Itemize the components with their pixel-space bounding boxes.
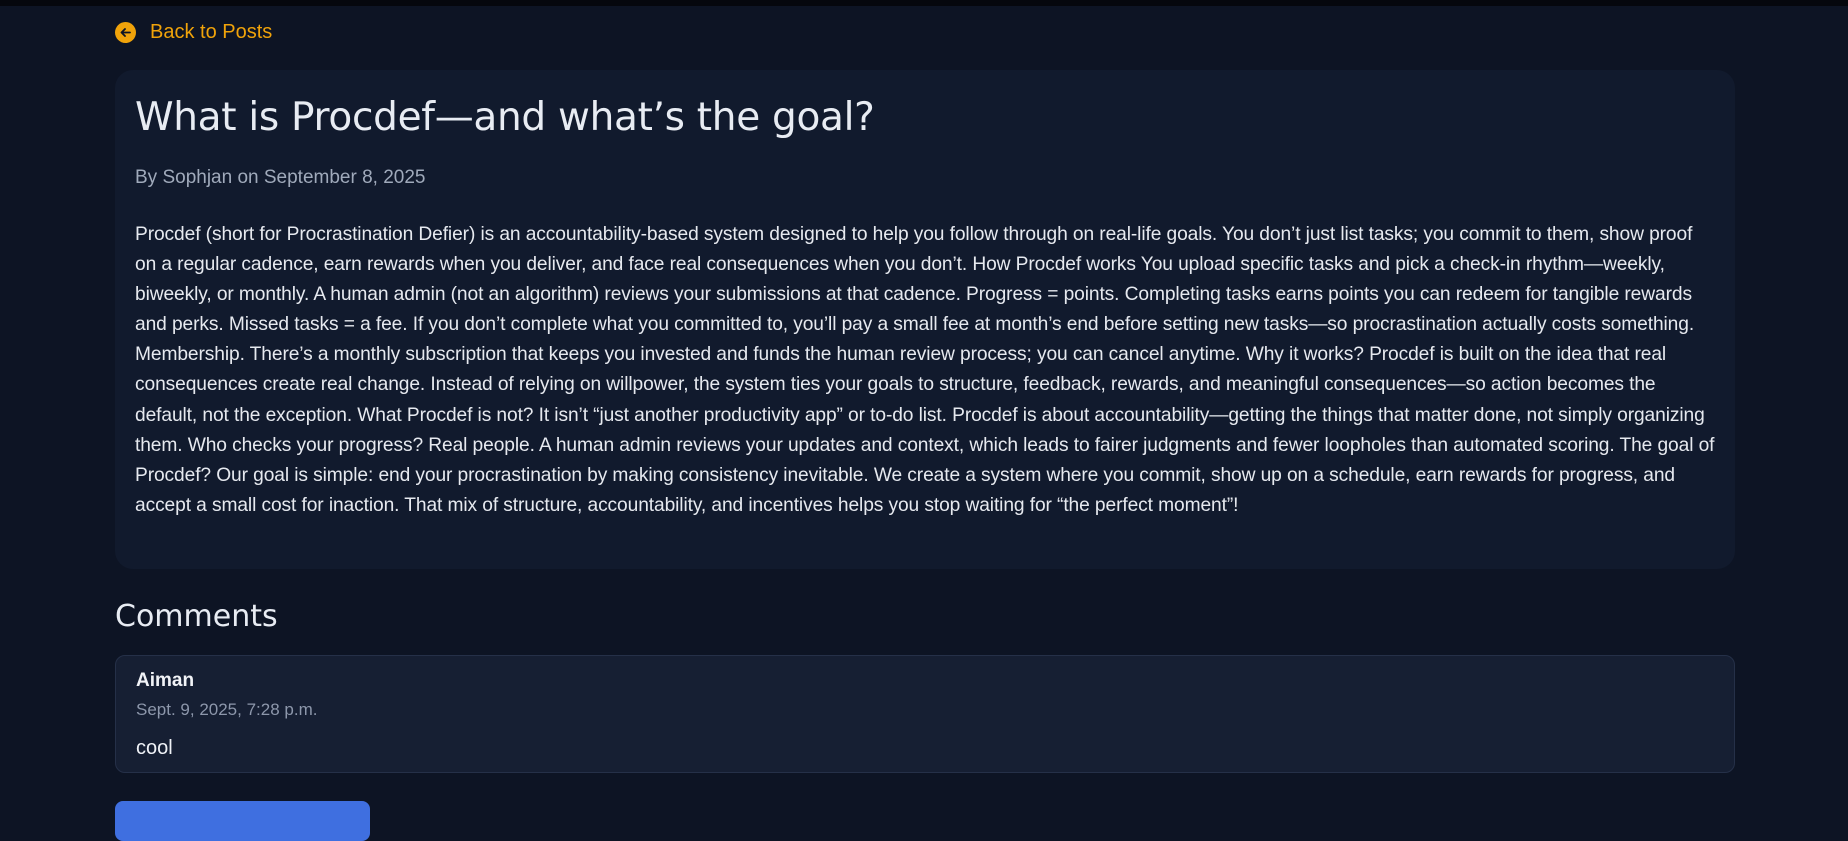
- back-to-posts-label: Back to Posts: [150, 21, 273, 43]
- comment-author: Aiman: [136, 670, 195, 691]
- post-title: What is Procdef—and what’s the goal?: [135, 95, 875, 140]
- back-to-posts-link[interactable]: Back to Posts: [115, 21, 272, 44]
- post-card: What is Procdef—and what’s the goal? By …: [115, 70, 1735, 569]
- comments-heading: Comments: [115, 599, 278, 634]
- post-body: Procdef (short for Procrastination Defie…: [135, 224, 1715, 516]
- comment-item: Aiman Sept. 9, 2025, 7:28 p.m. cool: [115, 655, 1735, 773]
- add-comment-button[interactable]: [115, 801, 370, 841]
- arrow-left-circle-icon: [115, 22, 136, 43]
- top-bar: [0, 0, 1848, 6]
- comment-text: cool: [136, 737, 173, 759]
- comment-timestamp: Sept. 9, 2025, 7:28 p.m.: [136, 700, 318, 719]
- post-byline: By Sophjan on September 8, 2025: [135, 167, 426, 188]
